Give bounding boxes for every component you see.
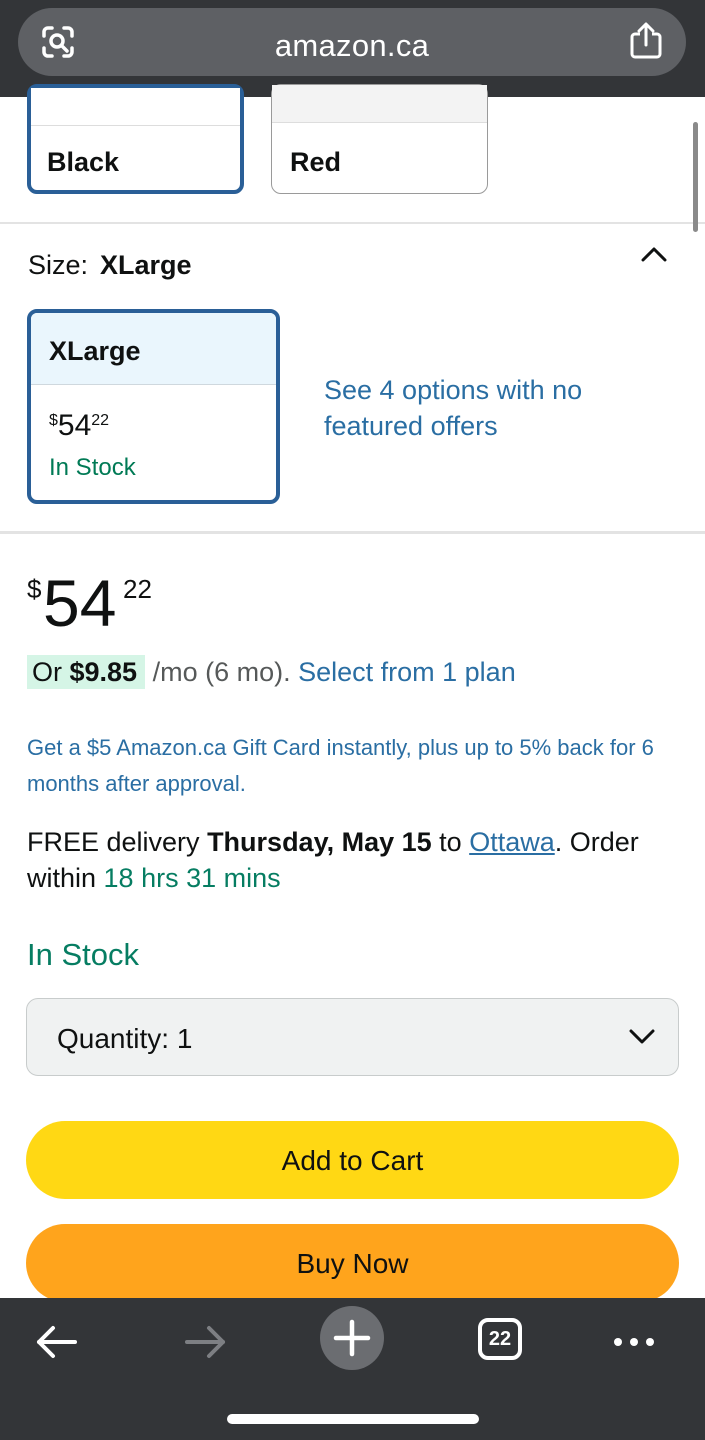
new-tab-plus-icon	[333, 1319, 371, 1357]
price-currency: $	[27, 574, 42, 604]
back-arrow-icon[interactable]	[33, 1318, 81, 1366]
quantity-select[interactable]: Quantity: 1	[26, 998, 679, 1076]
browser-top-bar: amazon.ca	[0, 0, 705, 97]
gift-card-offer-link[interactable]: Get a $5 Amazon.ca Gift Card instantly, …	[27, 730, 677, 802]
monthly-payment: Or $9.85 /mo (6 mo). Select from 1 plan	[27, 655, 516, 689]
quantity-value: 1	[176, 1023, 193, 1054]
delivery-location-link[interactable]: Ottawa	[469, 827, 555, 857]
chevron-down-icon	[629, 1029, 655, 1044]
color-option-black[interactable]: Black	[27, 84, 244, 194]
swatch-image	[272, 85, 487, 123]
monthly-highlight: Or $9.85	[27, 655, 146, 689]
forward-arrow-icon[interactable]	[181, 1318, 229, 1366]
scrollbar[interactable]	[693, 122, 698, 232]
price-fraction: 22	[123, 574, 152, 604]
section-divider	[0, 531, 705, 534]
delivery-date: Thursday, May 15	[207, 827, 432, 857]
share-icon[interactable]	[628, 22, 664, 60]
chevron-up-icon[interactable]	[640, 244, 668, 264]
buy-now-button[interactable]: Buy Now	[26, 1224, 679, 1302]
delivery-info: FREE delivery Thursday, May 15 to Ottawa…	[27, 827, 639, 893]
quantity-label: Quantity: 1	[57, 1023, 193, 1054]
delivery-countdown: 18 hrs 31 mins	[103, 863, 281, 893]
address-bar[interactable]: amazon.ca	[18, 8, 686, 76]
stock-status: In Stock	[27, 937, 139, 972]
tabs-icon[interactable]: 22	[478, 1318, 522, 1360]
size-option-title: XLarge	[31, 313, 276, 385]
size-option-price: $5422	[49, 409, 110, 442]
monthly-term: /mo (6 mo).	[145, 657, 299, 687]
color-option-red[interactable]: Red	[271, 84, 488, 194]
add-to-cart-button[interactable]: Add to Cart	[26, 1121, 679, 1199]
size-label: Size:	[28, 250, 89, 280]
home-indicator[interactable]	[227, 1414, 479, 1424]
more-icon[interactable]	[610, 1318, 658, 1366]
size-header[interactable]: Size: XLarge	[28, 250, 192, 281]
color-option-label: Red	[290, 147, 342, 177]
new-tab-button[interactable]	[320, 1306, 384, 1370]
color-option-label: Black	[47, 147, 120, 177]
price-whole: 54	[43, 566, 117, 640]
size-option-stock: In Stock	[49, 454, 136, 481]
size-option-xlarge[interactable]: XLarge $5422 In Stock	[27, 309, 280, 504]
swatch-image	[31, 88, 240, 126]
select-plan-link[interactable]: Select from 1 plan	[298, 657, 516, 687]
browser-bottom-toolbar: 22	[0, 1298, 705, 1440]
section-divider	[0, 222, 705, 224]
see-options-link[interactable]: See 4 options with no featured offers	[324, 372, 624, 444]
size-selected: XLarge	[100, 250, 192, 280]
url-text[interactable]: amazon.ca	[18, 28, 686, 64]
